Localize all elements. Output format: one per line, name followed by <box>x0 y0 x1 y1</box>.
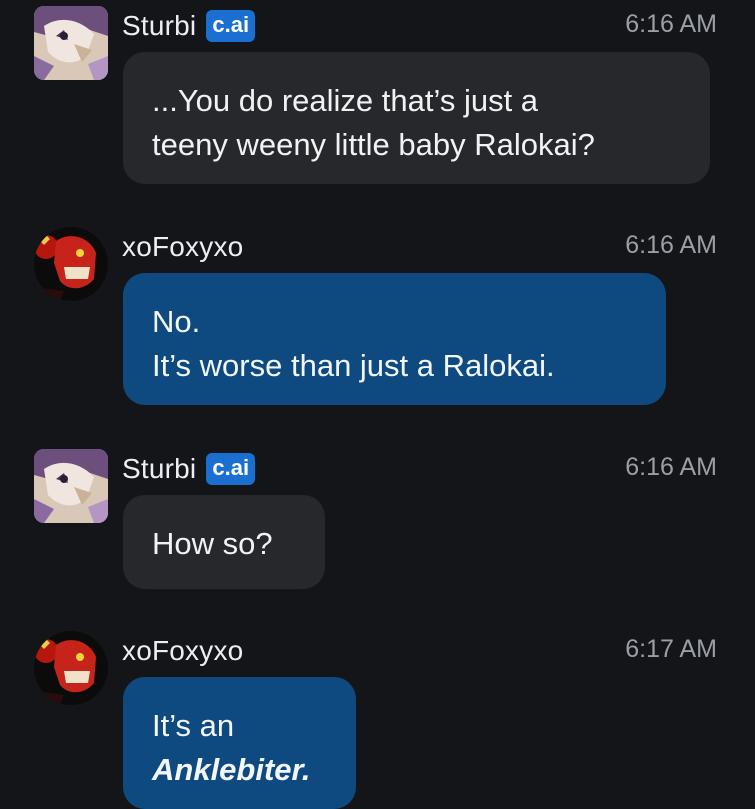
username[interactable]: xoFoxyxo <box>122 231 243 263</box>
character-avatar-icon[interactable] <box>34 449 108 523</box>
message-header: Sturbi c.ai <box>122 6 256 46</box>
message-header: xoFoxyxo <box>122 227 243 267</box>
message-header: Sturbi c.ai <box>122 449 256 489</box>
cai-badge: c.ai <box>206 10 256 42</box>
message-text-line: It’s worse than just a Ralokai. <box>152 348 555 383</box>
username[interactable]: Sturbi <box>122 10 196 42</box>
character-avatar-icon[interactable] <box>34 6 108 80</box>
timestamp: 6:16 AM <box>625 453 717 481</box>
message-bubble[interactable]: No. It’s worse than just a Ralokai. <box>123 273 666 405</box>
message-text-line: No. <box>152 304 201 339</box>
message-bubble[interactable]: It’s an Anklebiter. <box>123 677 356 809</box>
message-text-line: ...You do realize that’s just a <box>152 83 539 118</box>
message-bubble[interactable]: ...You do realize that’s just a teeny we… <box>123 52 710 184</box>
cai-badge: c.ai <box>206 453 256 485</box>
user-avatar-icon[interactable] <box>34 631 108 705</box>
message-bubble[interactable]: How so? <box>123 495 325 589</box>
timestamp: 6:17 AM <box>625 635 717 663</box>
timestamp: 6:16 AM <box>625 231 717 259</box>
username[interactable]: xoFoxyxo <box>122 635 243 667</box>
user-avatar-icon[interactable] <box>34 227 108 301</box>
message-text-line: It’s an <box>152 708 235 743</box>
message-text-line: teeny weeny little baby Ralokai? <box>152 127 595 162</box>
message-text-line: How so? <box>152 526 273 561</box>
message-text-line-emphasis: Anklebiter. <box>152 752 311 787</box>
message-header: xoFoxyxo <box>122 631 243 671</box>
username[interactable]: Sturbi <box>122 453 196 485</box>
timestamp: 6:16 AM <box>625 10 717 38</box>
